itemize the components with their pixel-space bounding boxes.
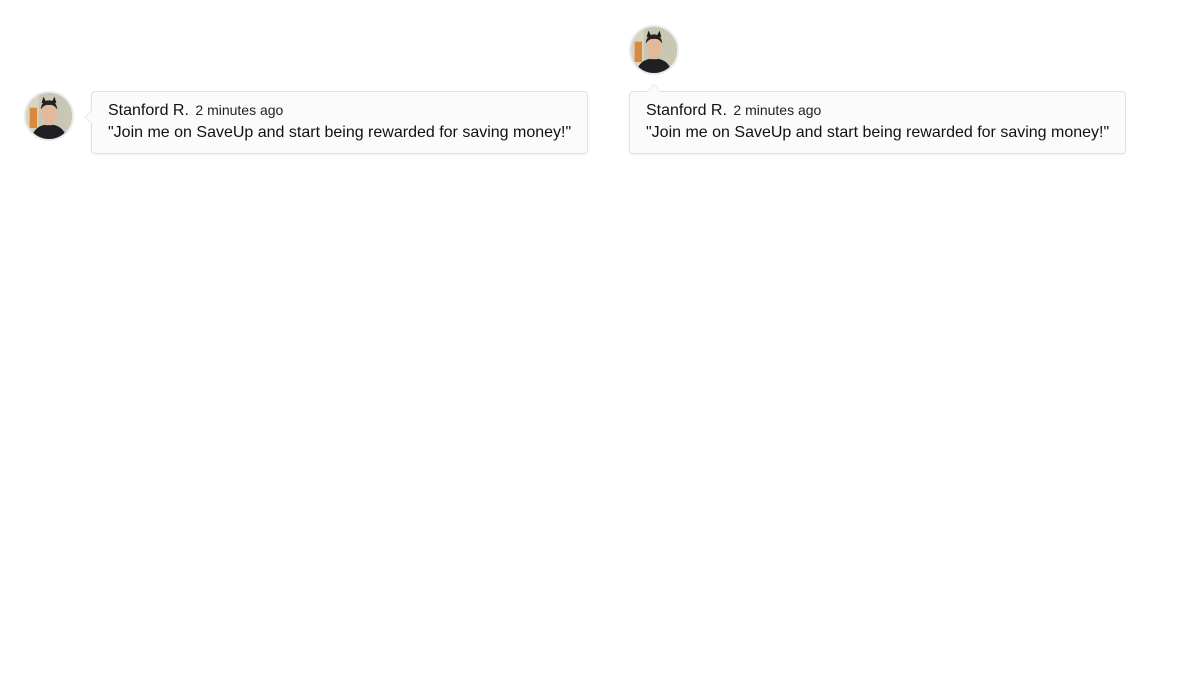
comment-header: Stanford R. 2 minutes ago xyxy=(646,101,1109,120)
avatar[interactable] xyxy=(24,91,74,141)
comment-message: "Join me on SaveUp and start being rewar… xyxy=(108,124,572,141)
comment-bubble: Stanford R. 2 minutes ago "Join me on Sa… xyxy=(84,91,588,154)
comment-header: Stanford R. 2 minutes ago xyxy=(108,101,571,120)
timestamp: 2 minutes ago xyxy=(733,102,822,118)
comment-message: "Join me on SaveUp and start being rewar… xyxy=(646,124,1110,141)
user-avatar-photo-icon xyxy=(26,93,72,139)
user-avatar-photo-icon xyxy=(631,27,677,73)
author-name[interactable]: Stanford R. xyxy=(108,102,189,119)
avatar[interactable] xyxy=(629,25,679,75)
author-name[interactable]: Stanford R. xyxy=(646,102,727,119)
comment-bubble: Stanford R. 2 minutes ago "Join me on Sa… xyxy=(629,84,1126,154)
timestamp: 2 minutes ago xyxy=(195,102,284,118)
